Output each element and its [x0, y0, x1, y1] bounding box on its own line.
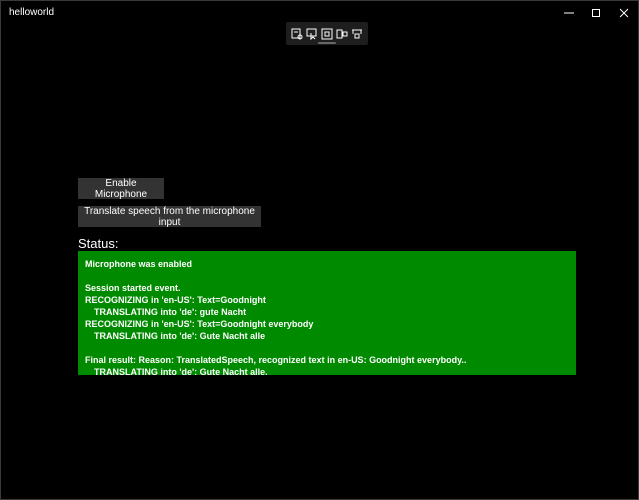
- window-title: helloworld: [9, 7, 55, 18]
- minimize-button[interactable]: [555, 1, 583, 24]
- status-line: TRANSLATING into 'de': Gute Nacht alle.: [94, 367, 268, 377]
- track-focus-icon[interactable]: [336, 28, 348, 40]
- debug-toolbar-handle[interactable]: [318, 42, 336, 44]
- status-line: Microphone was enabled: [85, 259, 193, 269]
- enable-microphone-button[interactable]: Enable Microphone: [78, 178, 164, 200]
- live-visual-tree-icon[interactable]: [291, 28, 303, 40]
- maximize-icon: [592, 8, 600, 17]
- status-line: TRANSLATING into 'de': gute Nacht: [94, 307, 247, 317]
- title-bar[interactable]: helloworld: [1, 1, 638, 24]
- display-layout-adorners-icon[interactable]: [321, 28, 333, 40]
- status-line: Session started event.: [85, 283, 181, 293]
- translate-speech-button[interactable]: Translate speech from the microphone inp…: [78, 206, 261, 228]
- app-window: helloworld Enable Microphone Translate s…: [0, 0, 639, 500]
- status-line: [85, 342, 569, 354]
- status-line: [85, 270, 569, 282]
- status-line: RECOGNIZING in 'en-US': Text=Goodnight: [85, 295, 266, 305]
- close-icon: [619, 8, 629, 17]
- minimize-icon: [564, 12, 574, 13]
- status-line: TRANSLATING into 'de': Gute Nacht alle: [94, 331, 266, 341]
- close-button[interactable]: [610, 1, 638, 24]
- status-line: RECOGNIZING in 'en-US': Text=Goodnight e…: [85, 319, 314, 329]
- select-element-icon[interactable]: [306, 28, 318, 40]
- maximize-button[interactable]: [582, 1, 610, 24]
- xaml-hot-reload-icon[interactable]: [351, 28, 363, 40]
- status-output: Microphone was enabled Session started e…: [78, 251, 576, 377]
- status-label: Status:: [78, 236, 119, 251]
- status-line: Final result: Reason: TranslatedSpeech, …: [85, 355, 467, 365]
